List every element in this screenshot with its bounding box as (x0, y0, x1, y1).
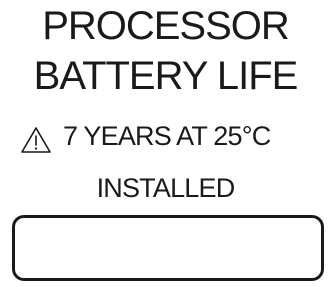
installed-label: INSTALLED (96, 173, 236, 203)
battery-life-rating: 7 YEARS AT 25°C (63, 121, 271, 151)
battery-label-panel: PROCESSOR BATTERY LIFE 7 YEARS AT 25°C I… (0, 0, 331, 287)
installed-date-box (12, 215, 324, 281)
title-battery-life: BATTERY LIFE (33, 54, 299, 98)
warning-row: 7 YEARS AT 25°C (0, 118, 331, 154)
warning-triangle-icon (20, 126, 52, 154)
title-processor: PROCESSOR (42, 4, 290, 48)
